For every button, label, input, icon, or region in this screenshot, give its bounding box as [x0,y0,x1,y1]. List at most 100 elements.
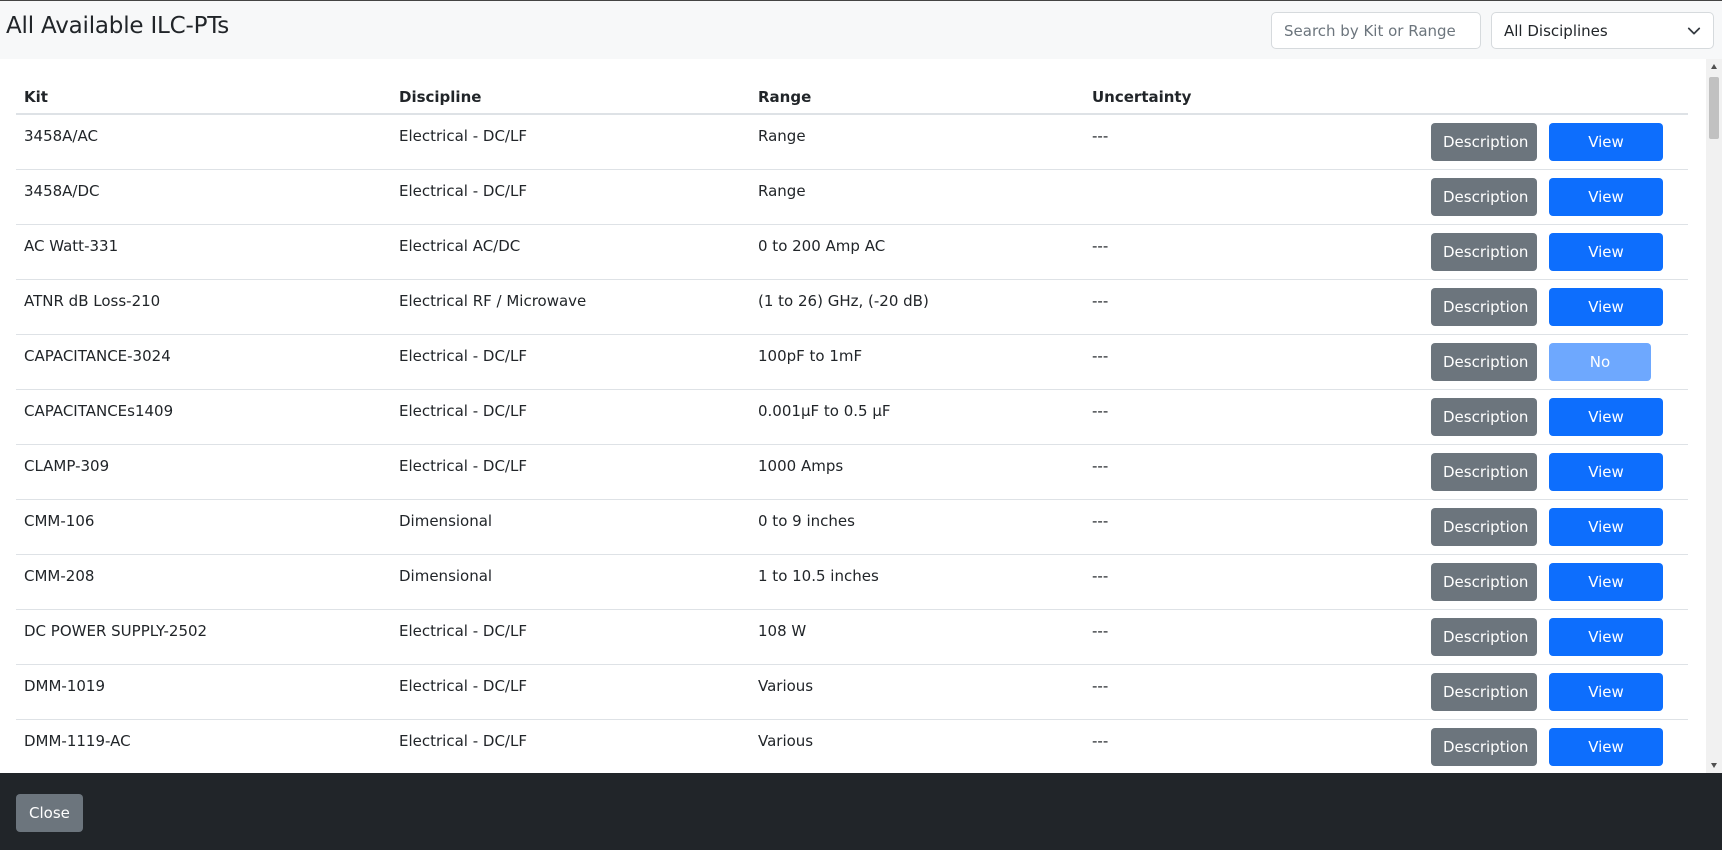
cell-actions: Description View Images [1420,499,1688,574]
view-images-button[interactable]: View Images [1549,617,1663,684]
cell-kit: CMM-106 [16,499,391,555]
cell-uncertainty: --- [1084,279,1420,335]
cell-discipline: Electrical - DC/LF [391,664,750,720]
table-row: 3458A/DC Electrical - DC/LF Range Descripti… [16,169,1688,244]
cell-discipline: Electrical - DC/LF [391,114,750,170]
scrollbar-thumb[interactable] [1709,77,1719,139]
triangle-down-icon[interactable] [1710,761,1718,769]
cell-uncertainty [1084,169,1420,225]
description-button[interactable]: Description [1431,617,1537,656]
search-input[interactable] [1271,12,1481,49]
description-button[interactable]: Description [1431,397,1537,436]
vertical-scrollbar[interactable] [1706,59,1722,773]
discipline-select-value: All Disciplines [1504,21,1608,40]
cell-discipline: Electrical RF / Microwave [391,279,750,335]
cell-discipline: Electrical - DC/LF [391,389,750,445]
cell-kit: CAPACITANCEs1409 [16,389,391,445]
description-button[interactable]: Description [1431,287,1537,326]
ilc-pt-table: Kit Discipline Range Uncertainty 3458A/A… [16,80,1688,773]
cell-actions: Description View Images [1420,279,1688,354]
triangle-up-icon[interactable] [1710,63,1718,71]
table-header-row: Kit Discipline Range Uncertainty [16,80,1688,115]
view-images-button[interactable]: View Images [1549,452,1663,519]
description-button[interactable]: Description [1431,562,1537,601]
description-button[interactable]: Description [1431,672,1537,711]
cell-uncertainty: --- [1084,444,1420,500]
view-images-button[interactable]: View Images [1549,562,1663,629]
cell-uncertainty: --- [1084,664,1420,720]
column-header-uncertainty: Uncertainty [1084,80,1420,115]
cell-range: 0 to 200 Amp AC [750,224,1084,280]
cell-kit: 3458A/DC [16,169,391,225]
cell-uncertainty: --- [1084,719,1420,773]
view-images-button[interactable]: View Images [1549,397,1663,464]
table-row: CMM-208 Dimensional 1 to 10.5 inches --- Des… [16,554,1688,629]
cell-kit: DMM-1119-AC [16,719,391,773]
description-button[interactable]: Description [1431,232,1537,271]
close-button[interactable]: Close [16,794,83,832]
table-body: 3458A/AC Electrical - DC/LF Range --- Descri… [16,114,1688,773]
cell-uncertainty: --- [1084,499,1420,555]
view-images-button[interactable]: View Images [1549,672,1663,739]
table-row: CAPACITANCEs1409 Electrical - DC/LF 0.001µ… [16,389,1688,464]
cell-range: Range [750,169,1084,225]
cell-kit: CLAMP-309 [16,444,391,500]
cell-kit: DC POWER SUPPLY-2502 [16,609,391,665]
cell-uncertainty: --- [1084,389,1420,445]
modal-header: All Available ILC-PTs All Disciplines [0,1,1722,59]
view-images-button[interactable]: View Images [1549,177,1663,244]
view-images-button[interactable]: View Images [1549,122,1663,189]
cell-uncertainty: --- [1084,114,1420,170]
cell-actions: Description View Images [1420,169,1688,244]
cell-range: 108 W [750,609,1084,665]
table-row: 3458A/AC Electrical - DC/LF Range --- Descri… [16,114,1688,189]
cell-actions: Description No Images [1420,334,1688,409]
table-row: DMM-1019 Electrical - DC/LF Various --- Desc… [16,664,1688,739]
cell-discipline: Electrical - DC/LF [391,444,750,500]
cell-actions: Description View Images [1420,609,1688,684]
description-button[interactable]: Description [1431,177,1537,216]
cell-range: 1000 Amps [750,444,1084,500]
page-title: All Available ILC-PTs [6,13,230,39]
cell-range: 0.001µF to 0.5 µF [750,389,1084,445]
view-images-button[interactable]: View Images [1549,287,1663,354]
column-header-range: Range [750,80,1084,115]
cell-range: Various [750,664,1084,720]
description-button[interactable]: Description [1431,507,1537,546]
cell-actions: Description View Images [1420,389,1688,464]
cell-range: 0 to 9 inches [750,499,1084,555]
cell-discipline: Dimensional [391,499,750,555]
cell-kit: DMM-1019 [16,664,391,720]
no-images-button: No Images [1549,342,1651,409]
view-images-button[interactable]: View Images [1549,232,1663,299]
table-row: DMM-1119-AC Electrical - DC/LF Various --- D… [16,719,1688,773]
table-row: ATNR dB Loss-210 Electrical RF / Microwav… [16,279,1688,354]
discipline-select[interactable]: All Disciplines [1491,12,1714,49]
cell-uncertainty: --- [1084,334,1420,390]
cell-kit: ATNR dB Loss-210 [16,279,391,335]
cell-discipline: Dimensional [391,554,750,610]
table-row: CAPACITANCE-3024 Electrical - DC/LF 100pF … [16,334,1688,409]
description-button[interactable]: Description [1431,452,1537,491]
cell-uncertainty: --- [1084,609,1420,665]
cell-uncertainty: --- [1084,224,1420,280]
cell-range: 100pF to 1mF [750,334,1084,390]
cell-kit: CMM-208 [16,554,391,610]
cell-actions: Description View Images [1420,664,1688,739]
cell-range: (1 to 26) GHz, (-20 dB) [750,279,1084,335]
cell-range: Various [750,719,1084,773]
view-images-button[interactable]: View Images [1549,507,1663,574]
cell-discipline: Electrical - DC/LF [391,169,750,225]
cell-actions: Description View Images [1420,554,1688,629]
table-row: CMM-106 Dimensional 0 to 9 inches --- Descri… [16,499,1688,574]
column-header-kit: Kit [16,80,391,115]
description-button[interactable]: Description [1431,727,1537,766]
view-images-button[interactable]: View Images [1549,727,1663,766]
description-button[interactable]: Description [1431,342,1537,381]
cell-discipline: Electrical - DC/LF [391,609,750,665]
modal-body: Kit Discipline Range Uncertainty 3458A/A… [0,59,1722,773]
description-button[interactable]: Description [1431,122,1537,161]
cell-discipline: Electrical AC/DC [391,224,750,280]
cell-actions: Description View Images [1420,444,1688,519]
cell-range: Range [750,114,1084,170]
